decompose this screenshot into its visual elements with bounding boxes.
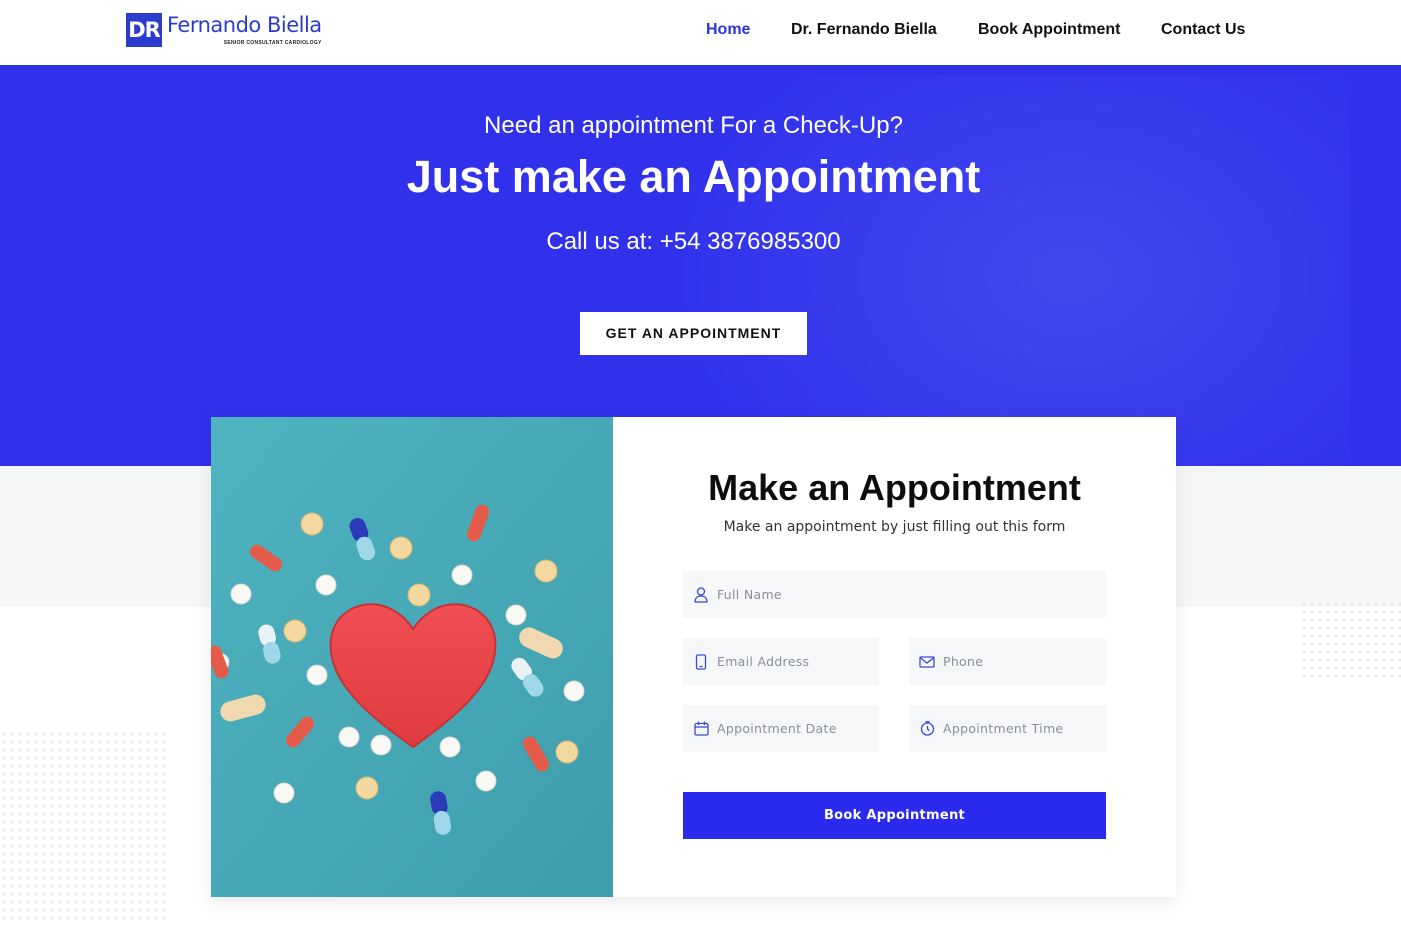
full-name-input[interactable] xyxy=(717,571,1106,618)
appointment-date-input[interactable] xyxy=(717,705,879,752)
calendar-icon xyxy=(693,721,709,737)
email-input[interactable] xyxy=(717,638,879,685)
phone-input[interactable] xyxy=(943,638,1106,685)
appointment-time-field xyxy=(909,705,1106,752)
envelope-icon xyxy=(919,654,935,670)
heart-pills-illustration xyxy=(211,417,613,897)
user-icon xyxy=(693,586,709,603)
nav-link-home[interactable]: Home xyxy=(706,20,750,40)
full-name-field xyxy=(683,571,1106,618)
clock-icon xyxy=(919,721,935,737)
nav-link-book-appointment[interactable]: Book Appointment xyxy=(978,20,1121,40)
appointment-form: Make an Appointment Make an appointment … xyxy=(613,417,1176,897)
brand-tagline: SENIOR CONSULTANT CARDIOLOGY xyxy=(223,40,322,46)
hero-title: Just make an Appointment xyxy=(406,151,981,202)
site-header: DR Fernando Biella SENIOR CONSULTANT CAR… xyxy=(0,0,1401,65)
nav-link-doctor[interactable]: Dr. Fernando Biella xyxy=(791,20,937,40)
heart-pills-image xyxy=(211,417,613,897)
appointment-date-field xyxy=(683,705,879,752)
dot-map-decoration-right xyxy=(1300,600,1401,680)
form-subtitle: Make an appointment by just filling out … xyxy=(723,519,1066,535)
appointment-time-input[interactable] xyxy=(943,705,1106,752)
nav-link-contact[interactable]: Contact Us xyxy=(1161,20,1245,40)
form-title: Make an Appointment xyxy=(708,467,1081,508)
phone-field xyxy=(909,638,1106,685)
phone-device-icon xyxy=(693,653,709,670)
get-appointment-button[interactable]: GET AN APPOINTMENT xyxy=(580,312,807,355)
hero-phone: Call us at: +54 3876985300 xyxy=(546,228,841,255)
email-field xyxy=(683,638,879,685)
hero-section: Need an appointment For a Check-Up? Just… xyxy=(0,65,1401,466)
hero-subtitle: Need an appointment For a Check-Up? xyxy=(484,112,903,139)
appointment-card: Make an Appointment Make an appointment … xyxy=(211,417,1176,897)
main-nav: Home Dr. Fernando Biella Book Appointmen… xyxy=(0,20,1401,40)
book-appointment-button[interactable]: Book Appointment xyxy=(683,792,1106,839)
dot-map-decoration-left xyxy=(0,730,170,920)
